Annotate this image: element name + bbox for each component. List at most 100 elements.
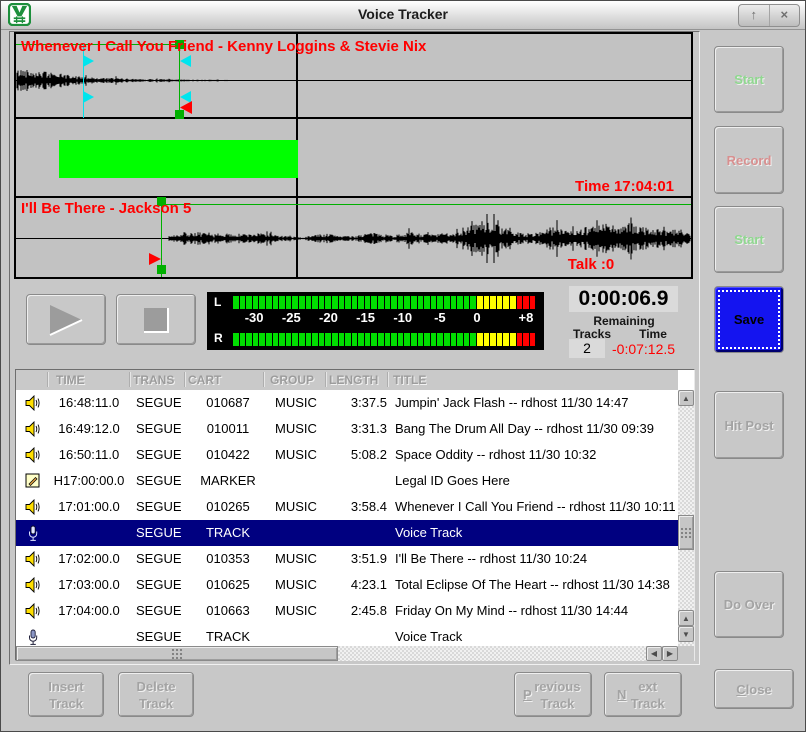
fade-handle-icon[interactable] [180,91,191,103]
marker-handle-icon[interactable] [175,110,184,119]
voice-track-block[interactable] [59,140,298,178]
table-row[interactable]: 16:48:11.0SEGUE010687MUSIC3:37.5Jumpin' … [16,390,678,416]
cell-time: 16:50:11.0 [42,442,136,468]
vu-scale-tick: -5 [434,310,446,325]
cell-title: Legal ID Goes Here [395,468,675,494]
play-button[interactable] [26,294,106,345]
column-divider [184,372,185,387]
column-header-time[interactable]: TIME [56,370,85,390]
table-row[interactable]: H17:00:00.0SEGUEMARKERLegal ID Goes Here [16,468,678,494]
waveform-editor[interactable] [16,34,691,277]
stop-button[interactable] [116,294,196,345]
stop-icon [143,307,169,333]
vu-scale-tick: -15 [356,310,375,325]
cell-length [307,520,387,546]
cell-length [307,468,387,494]
column-header-group[interactable]: GROUP [270,370,314,390]
cell-title: Bang The Drum All Day -- rdhost 11/30 09… [395,416,675,442]
do-over-button[interactable]: Do Over [714,571,784,638]
cell-time [42,624,136,646]
next-track-button[interactable]: Next Track [604,672,682,717]
column-header-length[interactable]: LENGTH [329,370,378,390]
table-row[interactable]: SEGUETRACKVoice Track [16,624,678,646]
delete-track-button[interactable]: Delete Track [118,672,194,717]
table-row[interactable]: 16:50:11.0SEGUE010422MUSIC5:08.2Space Od… [16,442,678,468]
scrollbar-corner [678,646,694,661]
cell-title: Total Eclipse Of The Heart -- rdhost 11/… [395,572,675,598]
marker-handle-icon[interactable] [157,265,166,274]
start-handle-icon[interactable] [149,253,161,265]
cell-title: I'll Be There -- rdhost 11/30 10:24 [395,546,675,572]
remaining-time-value: -0:07:12.5 [612,341,699,357]
track2-title: I'll Be There - Jackson 5 [21,200,191,217]
wallclock-label: Time 17:04:01 [416,178,674,195]
vu-right-segments [233,333,535,346]
cell-time: 17:02:00.0 [42,546,136,572]
thumb-grip [171,648,183,659]
cell-title: Friday On My Mind -- rdhost 11/30 14:44 [395,598,675,624]
vertical-scroll-thumb[interactable] [678,515,694,550]
table-row[interactable]: 17:03:00.0SEGUE010625MUSIC4:23.1Total Ec… [16,572,678,598]
column-divider [129,372,130,387]
cell-title: Space Oddity -- rdhost 11/30 10:32 [395,442,675,468]
window-controls: ↑ × [738,4,800,27]
close-icon[interactable]: × [769,5,800,26]
cell-length: 2:45.8 [307,598,387,624]
scroll-up-icon[interactable]: ▲ [678,390,694,406]
hit-post-button[interactable]: Hit Post [714,391,784,459]
cell-title: Jumpin' Jack Flash -- rdhost 11/30 14:47 [395,390,675,416]
vu-scale-tick: -30 [245,310,264,325]
column-header-cart[interactable]: CART [188,370,221,390]
cell-time [42,520,136,546]
speaker-icon [25,499,42,515]
vu-scale-tick: 0 [473,310,480,325]
mic-icon [26,525,40,542]
table-row[interactable]: 17:01:00.0SEGUE010265MUSIC3:58.4Whenever… [16,494,678,520]
vu-scale-tick: -25 [282,310,301,325]
vu-meter: L R -30-25-20-15-10-50+8 [207,292,544,350]
close-button[interactable]: Close [714,669,794,709]
window-title: Voice Tracker [1,6,805,22]
start-track2-button[interactable]: Start [714,206,784,273]
voice-tracker-window: Voice Tracker ↑ × [0,0,806,732]
start-track1-button[interactable]: Start [714,46,784,113]
table-row[interactable]: SEGUETRACKVoice Track [16,520,678,546]
speaker-icon [25,395,42,411]
vu-scale: -30-25-20-15-10-50+8 [233,310,535,330]
vu-left-label: L [214,295,221,309]
record-button[interactable]: Record [714,126,784,194]
insert-track-button[interactable]: Insert Track [28,672,104,717]
column-divider [387,372,388,387]
save-button[interactable]: Save [714,286,784,353]
table-row[interactable]: 17:02:00.0SEGUE010353MUSIC3:51.9I'll Be … [16,546,678,572]
marker-icon [25,473,41,489]
scroll-down-icon[interactable]: ▼ [678,626,694,642]
column-divider [47,372,48,387]
track-list-rows: 16:48:11.0SEGUE010687MUSIC3:37.5Jumpin' … [16,390,678,646]
scroll-up-icon[interactable]: ▲ [678,610,694,626]
table-row[interactable]: 17:04:00.0SEGUE010663MUSIC2:45.8Friday O… [16,598,678,624]
track1-title: Whenever I Call You Friend - Kenny Loggi… [21,38,426,55]
horizontal-scroll-thumb[interactable] [16,646,338,661]
talk-time-label: Talk :0 [511,256,671,273]
play-icon [48,304,84,336]
maximize-icon[interactable]: ↑ [739,5,769,26]
thumb-grip [680,527,692,538]
fade-handle-icon[interactable] [180,55,191,67]
table-row[interactable]: 16:49:12.0SEGUE010011MUSIC3:31.3Bang The… [16,416,678,442]
fade-handle-icon[interactable] [83,55,94,67]
previous-track-button[interactable]: Previous Track [514,672,592,717]
remaining-time-label: Time [623,327,683,341]
column-header-trans[interactable]: TRANS [133,370,174,390]
vu-scale-tick: -10 [393,310,412,325]
speaker-icon [25,421,42,437]
waveform-track1 [17,70,238,91]
scroll-left-icon[interactable]: ◀ [646,646,662,661]
speaker-icon [25,577,42,593]
cell-time: 16:49:12.0 [42,416,136,442]
scroll-right-icon[interactable]: ▶ [662,646,678,661]
fade-handle-icon[interactable] [83,91,94,103]
elapsed-time-display: 0:00:06.9 [569,286,678,312]
column-header-title[interactable]: TITLE [393,370,426,390]
titlebar: Voice Tracker ↑ × [1,1,805,30]
